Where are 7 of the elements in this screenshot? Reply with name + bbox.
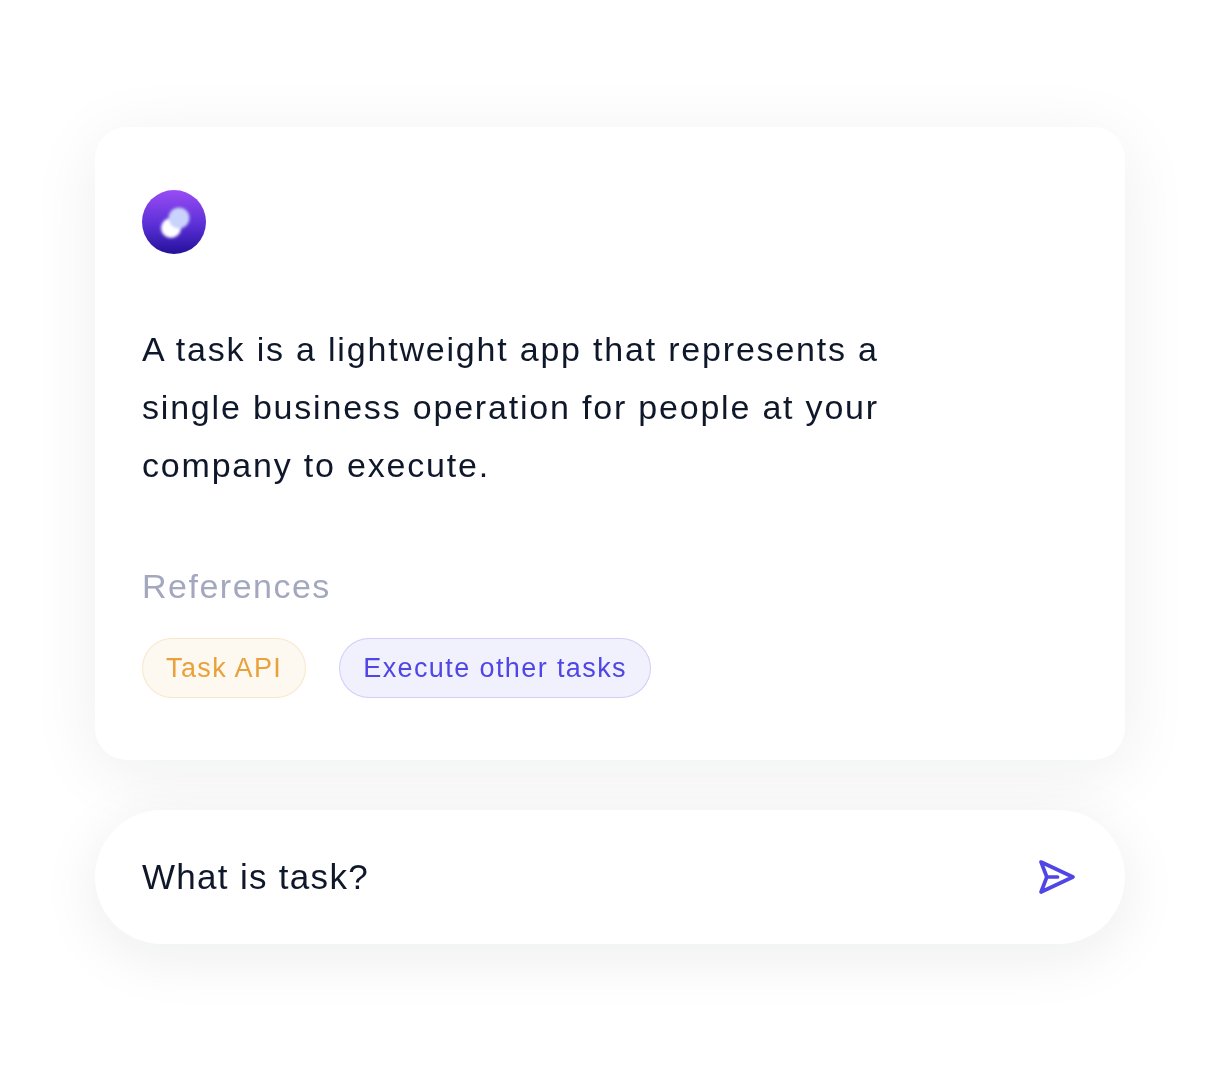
send-button[interactable]	[1037, 857, 1077, 897]
message-input[interactable]: What is task?	[142, 850, 1037, 904]
references-heading: References	[142, 566, 331, 606]
reference-tag[interactable]: Execute other tasks	[339, 638, 651, 698]
send-icon	[1039, 859, 1075, 895]
assistant-logo-icon	[142, 190, 206, 254]
answer-text: A task is a lightweight app that represents a single business operation for people at your company to execute.	[142, 329, 880, 486]
